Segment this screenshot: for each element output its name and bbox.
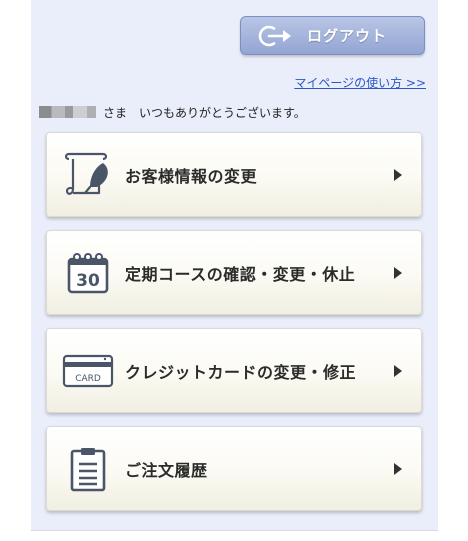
clipboard-icon <box>59 444 117 494</box>
customer-name-redacted <box>39 106 96 118</box>
arrow-right-icon <box>394 266 402 279</box>
menu-item-label: 定期コースの確認・変更・休止 <box>125 264 356 284</box>
logout-button[interactable]: ログアウト <box>240 16 425 55</box>
menu-item-credit-card[interactable]: CARD クレジットカードの変更・修正 <box>46 328 422 413</box>
arrow-right-icon <box>394 168 402 181</box>
calendar-day-text: 30 <box>76 271 100 291</box>
greeting: さま いつもありがとうございます。 <box>39 104 306 120</box>
menu-item-label: お客様情報の変更 <box>125 166 258 186</box>
greeting-text: さま いつもありがとうございます。 <box>103 105 306 120</box>
calendar-30-icon: 30 <box>59 248 117 298</box>
panel-footer-strip <box>31 530 438 541</box>
menu-item-label: クレジットカードの変更・修正 <box>125 362 357 382</box>
menu-item-order-history[interactable]: ご注文履歴 <box>46 426 422 511</box>
logout-icon <box>258 25 291 46</box>
card-text: CARD <box>75 374 101 384</box>
arrow-right-icon <box>394 462 402 475</box>
credit-card-icon: CARD <box>59 346 117 396</box>
mypage-help-link[interactable]: マイページの使い方 >> <box>294 74 426 91</box>
logout-label: ログアウト <box>307 27 388 45</box>
mypage-panel: ログアウト マイページの使い方 >> さま いつもありがとうございます。 お客様… <box>31 0 438 541</box>
edit-document-icon <box>59 150 117 200</box>
menu-item-subscription[interactable]: 30 定期コースの確認・変更・休止 <box>46 230 422 315</box>
menu-item-label: ご注文履歴 <box>125 460 208 480</box>
arrow-right-icon <box>394 364 402 377</box>
menu-item-customer-info[interactable]: お客様情報の変更 <box>46 132 422 217</box>
